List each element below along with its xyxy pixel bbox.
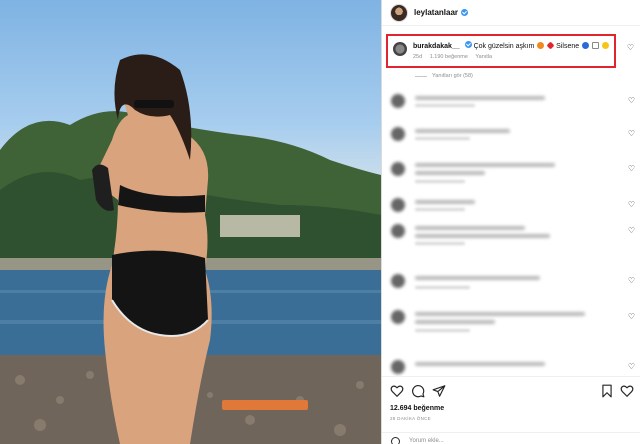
replies-divider <box>415 75 427 77</box>
verified-badge-icon <box>464 41 472 48</box>
add-comment-bar: Yorum ekle... <box>382 432 640 444</box>
blurred-comment: ♡ <box>382 272 640 296</box>
comment-text: Çok güzelsin aşkım <box>473 43 535 50</box>
beach-scene-illustration <box>0 54 381 444</box>
comment-body: burakdakak__ Çok güzelsin aşkım Silsene <box>413 41 609 50</box>
comments-panel: leylatanlaar burakdakak__ Çok güzelsin a… <box>381 0 640 444</box>
post-actions: 12.694 beğenme 28 DAKİKA ÖNCE Yorum ekle… <box>382 376 640 444</box>
commenter-avatar[interactable] <box>393 42 407 56</box>
comment-meta: 25d 1.190 beğenme Yanıtla <box>413 54 498 60</box>
commenter-avatar[interactable] <box>391 94 405 108</box>
like-comment-heart-icon[interactable]: ♡ <box>627 43 634 52</box>
save-heart-icon[interactable] <box>620 384 634 398</box>
like-comment-heart-icon[interactable]: ♡ <box>628 362 635 371</box>
blurred-comment: ♡ <box>382 125 640 149</box>
blurred-comment: ♡ <box>382 196 640 220</box>
blurred-comment: ♡ <box>382 160 640 184</box>
commenter-avatar[interactable] <box>391 224 405 238</box>
emoji-picker-icon[interactable] <box>391 437 400 444</box>
bookmark-icon[interactable] <box>600 384 614 398</box>
unknown-glyph-icon <box>592 42 600 49</box>
like-comment-heart-icon[interactable]: ♡ <box>628 312 635 321</box>
evil-eye-emoji-icon <box>582 42 590 49</box>
view-replies-label: Yanıtları gör (58) <box>432 73 473 79</box>
like-comment-heart-icon[interactable]: ♡ <box>628 226 635 235</box>
highlighted-comment: burakdakak__ Çok güzelsin aşkım Silsene … <box>386 34 616 68</box>
heart-icon[interactable] <box>390 384 404 398</box>
like-comment-heart-icon[interactable]: ♡ <box>628 276 635 285</box>
post-timestamp: 28 DAKİKA ÖNCE <box>390 416 431 421</box>
verified-badge-icon <box>461 9 469 16</box>
author-username[interactable]: leylatanlaar <box>414 8 458 17</box>
red-heart-emoji-icon <box>546 41 555 50</box>
view-replies-link[interactable]: Yanıtları gör (58) <box>415 73 473 79</box>
like-comment-heart-icon[interactable]: ♡ <box>628 96 635 105</box>
like-comment-heart-icon[interactable]: ♡ <box>628 129 635 138</box>
blurred-comment: ♡ <box>382 222 640 246</box>
reply-button[interactable]: Yanıtla <box>475 54 492 60</box>
share-icon[interactable] <box>432 384 446 398</box>
instagram-post-view: leylatanlaar burakdakak__ Çok güzelsin a… <box>0 0 640 444</box>
commenter-avatar[interactable] <box>391 162 405 176</box>
commenter-username[interactable]: burakdakak__ <box>413 43 460 50</box>
comment-text-tail: Silsene <box>556 43 580 50</box>
commenter-avatar[interactable] <box>391 198 405 212</box>
like-comment-heart-icon[interactable]: ♡ <box>628 200 635 209</box>
blurred-comment: ♡ <box>382 92 640 116</box>
likes-count[interactable]: 12.694 beğenme <box>390 405 444 412</box>
comment-icon[interactable] <box>411 384 425 398</box>
post-photo[interactable] <box>0 0 381 444</box>
post-header: leylatanlaar <box>382 0 640 26</box>
blurred-comment: ♡ <box>382 308 640 332</box>
author-avatar[interactable] <box>390 3 408 22</box>
commenter-avatar[interactable] <box>391 360 405 374</box>
commenter-avatar[interactable] <box>391 310 405 324</box>
comment-input[interactable]: Yorum ekle... <box>409 438 444 444</box>
commenter-avatar[interactable] <box>391 127 405 141</box>
smiling-face-emoji-icon <box>537 42 545 49</box>
comment-likes[interactable]: 1.190 beğenme <box>430 54 468 60</box>
smiling-face-emoji-icon <box>602 42 609 49</box>
commenter-avatar[interactable] <box>391 274 405 288</box>
comment-age: 25d <box>413 54 423 60</box>
like-comment-heart-icon[interactable]: ♡ <box>628 164 635 173</box>
